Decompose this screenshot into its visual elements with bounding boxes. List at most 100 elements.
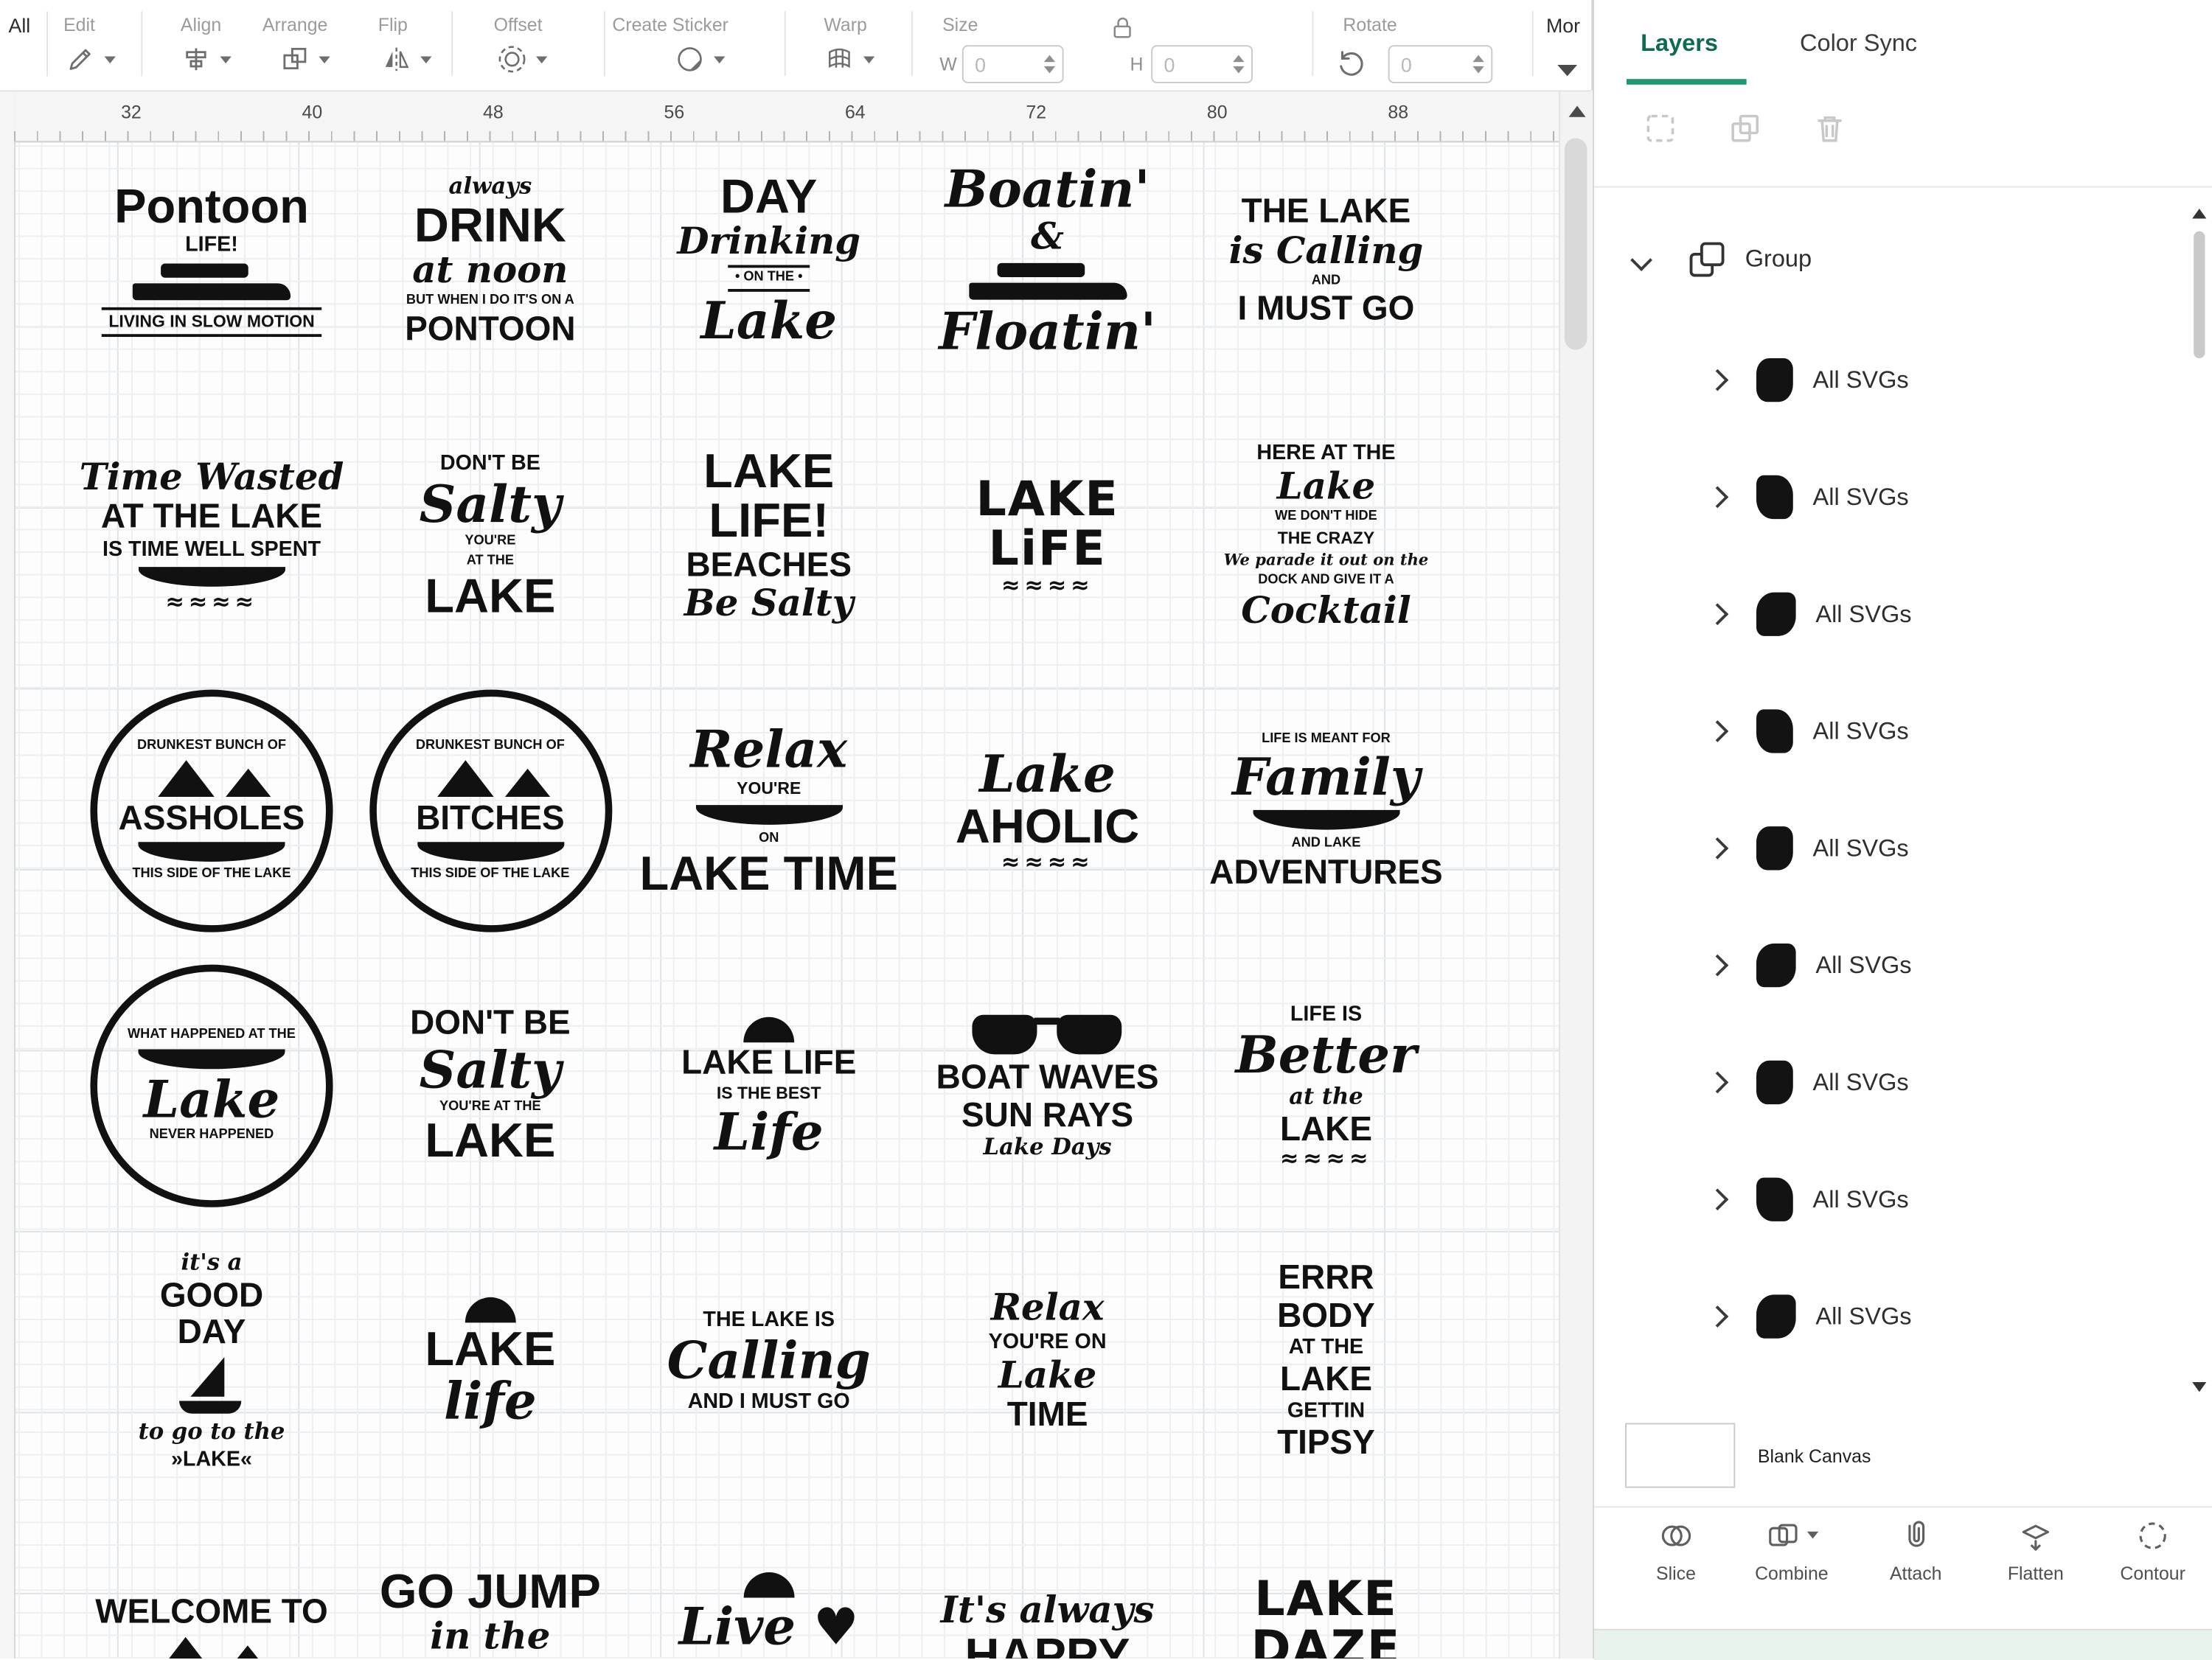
- step-up-icon[interactable]: [1043, 55, 1056, 63]
- canvas-scrollbar[interactable]: [1559, 90, 1593, 1659]
- width-input[interactable]: 0: [961, 45, 1064, 83]
- canvas-design-tile[interactable]: THE LAKE is Calling AND I MUST GO: [1229, 195, 1424, 327]
- canvas-design-tile[interactable]: LAKEDAZEMY: [1251, 1571, 1402, 1659]
- layer-row[interactable]: All SVGs: [1594, 673, 2212, 790]
- canvas-design-tile[interactable]: GO JUMP in the: [380, 1568, 601, 1659]
- chevron-right-icon[interactable]: [1706, 1071, 1729, 1094]
- arrange-button[interactable]: [279, 43, 330, 74]
- layer-row[interactable]: All SVGs: [1594, 789, 2212, 907]
- layer-row[interactable]: All SVGs: [1594, 1258, 2212, 1375]
- canvas-design-tile[interactable]: ERRR BODY AT THE LAKE GETTIN TIPSY: [1277, 1261, 1375, 1460]
- canvas-design-tile[interactable]: DRUNKEST BUNCH OF BITCHES THIS SIDE OF THE…: [369, 689, 612, 932]
- canvas-design-tile[interactable]: DRUNKEST BUNCH OF ASSHOLES THIS SIDE OF TH…: [90, 689, 333, 932]
- step-up-icon[interactable]: [1472, 55, 1484, 63]
- align-group-label: Align: [180, 14, 222, 35]
- canvas-design-tile[interactable]: LIFE IS Better at the LAKE: [1236, 1003, 1417, 1168]
- tab-color-sync[interactable]: Color Sync: [1792, 0, 1926, 88]
- layer-row[interactable]: All SVGs: [1594, 321, 2212, 439]
- canvas-design-tile[interactable]: It's always HAPPY: [941, 1593, 1155, 1659]
- height-input[interactable]: 0: [1151, 45, 1253, 83]
- width-stepper[interactable]: [1043, 55, 1056, 74]
- canvas-design-tile[interactable]: DON'T BE Salty YOU'RE AT THE LAKE: [420, 453, 561, 621]
- all-button[interactable]: All: [8, 14, 30, 37]
- height-stepper[interactable]: [1233, 55, 1245, 74]
- toolbar-separator: [784, 11, 786, 77]
- chevron-down-icon[interactable]: [1630, 248, 1652, 271]
- canvas-design-tile[interactable]: Lake AHOLIC: [956, 750, 1139, 873]
- duplicate-button[interactable]: [1724, 107, 1766, 149]
- edit-button[interactable]: [65, 43, 116, 74]
- more-caret-icon[interactable]: [1557, 65, 1578, 77]
- layer-row[interactable]: All SVGs: [1594, 439, 2212, 556]
- step-up-icon[interactable]: [1233, 55, 1245, 63]
- chevron-right-icon[interactable]: [1706, 369, 1729, 391]
- scroll-up-button[interactable]: [1560, 90, 1593, 132]
- canvas-design-tile[interactable]: LAKE LiFE: [975, 475, 1119, 595]
- step-down-icon[interactable]: [1233, 66, 1245, 74]
- canvas-design-tile[interactable]: DAY Drinking • ON THE • Lake: [677, 173, 860, 347]
- canvas-design-tile[interactable]: it's a GOOD DAY to go to the »LAKE«: [139, 1250, 285, 1471]
- slice-button[interactable]: Slice: [1625, 1518, 1727, 1584]
- rotate-input[interactable]: 0: [1388, 45, 1493, 83]
- blank-canvas-row[interactable]: Blank Canvas: [1594, 1416, 2212, 1495]
- canvas-design-tile[interactable]: BOAT WAVES SUN RAYS Lake Days: [936, 1012, 1159, 1160]
- step-down-icon[interactable]: [1472, 66, 1484, 74]
- chevron-right-icon[interactable]: [1706, 486, 1729, 509]
- lock-icon[interactable]: [1109, 13, 1137, 43]
- canvas-design-tile[interactable]: Pontoon LIFE! LIVING IN SLOW MOTION: [101, 183, 322, 338]
- list-scroll-down-icon[interactable]: [2192, 1382, 2207, 1392]
- canvas-design-tile[interactable]: WELCOME TO: [95, 1596, 328, 1659]
- chevron-right-icon[interactable]: [1706, 720, 1729, 742]
- delete-button[interactable]: [1809, 107, 1851, 149]
- chevron-right-icon[interactable]: [1706, 1305, 1729, 1328]
- chevron-right-icon[interactable]: [1706, 603, 1729, 626]
- canvas-design-tile[interactable]: Live ♥LOVE: [679, 1569, 859, 1659]
- canvas-design-tile[interactable]: LAKE LIFE IS THE BEST Life: [681, 1014, 856, 1158]
- layer-row[interactable]: All SVGs: [1594, 1024, 2212, 1141]
- tab-layers[interactable]: Layers: [1627, 0, 1746, 88]
- design-text: LAKE: [1254, 1571, 1398, 1628]
- canvas-design-tile[interactable]: LAKE LIFE! BEACHES Be Salty: [684, 447, 854, 623]
- rotate-stepper[interactable]: [1472, 55, 1484, 74]
- align-button[interactable]: [181, 43, 232, 74]
- rotate-icon[interactable]: [1335, 46, 1368, 80]
- mountains-art: [428, 760, 552, 798]
- canvas-design-tile[interactable]: always DRINK at noon BUT WHEN I DO IT'S ON …: [405, 174, 575, 347]
- combine-button[interactable]: Combine: [1741, 1518, 1843, 1584]
- chevron-right-icon[interactable]: [1706, 954, 1729, 977]
- create-sticker-button[interactable]: [675, 43, 726, 74]
- canvas-design-tile[interactable]: LIFE IS MEANT FOR Family AND LAKE ADVENTURE…: [1209, 731, 1442, 890]
- contour-button[interactable]: Contour: [2102, 1518, 2204, 1584]
- chevron-right-icon[interactable]: [1706, 1188, 1729, 1211]
- canvas-design-tile[interactable]: DON'T BE Salty YOU'RE AT THE LAKE: [410, 1007, 571, 1166]
- canvas-design-tile[interactable]: LAKE life: [425, 1294, 555, 1428]
- canvas-design-tile[interactable]: Relax YOU'RE ON LAKE TIME: [639, 725, 898, 899]
- layer-row[interactable]: All SVGs: [1594, 1141, 2212, 1258]
- canvas-design-tile[interactable]: THE LAKE IS Calling AND I MUST GO: [667, 1309, 871, 1413]
- flatten-button[interactable]: Flatten: [1985, 1518, 2087, 1584]
- chevron-right-icon[interactable]: [1706, 837, 1729, 859]
- design-text: BODY: [1277, 1296, 1375, 1335]
- more-button-label[interactable]: Mor: [1546, 14, 1580, 37]
- canvas-design-tile[interactable]: Boatin' & Floatin': [939, 164, 1156, 358]
- chevron-down-icon[interactable]: [1806, 1531, 1819, 1539]
- offset-button[interactable]: [496, 43, 548, 74]
- list-scrollbar-thumb[interactable]: [2194, 231, 2205, 358]
- layer-row[interactable]: All SVGs: [1594, 907, 2212, 1024]
- canvas-design-tile[interactable]: HERE AT THE Lake WE DON'T HIDE THE CRAZY We …: [1224, 442, 1429, 630]
- layer-row[interactable]: All SVGs: [1594, 556, 2212, 673]
- step-down-icon[interactable]: [1043, 66, 1056, 74]
- warp-button[interactable]: [824, 43, 875, 74]
- canvas-design-tile[interactable]: WHAT HAPPENED AT THE Lake NEVER HAPPENED: [90, 964, 333, 1207]
- scrollbar-thumb[interactable]: [1564, 138, 1587, 350]
- canvas-design-tile[interactable]: Relax YOU'RE ON Lake TIME: [989, 1290, 1107, 1431]
- ruler-number: 72: [1026, 101, 1047, 123]
- arrange-icon: [283, 47, 307, 70]
- select-all-button[interactable]: [1639, 107, 1681, 149]
- list-scroll-up-icon[interactable]: [2192, 209, 2207, 219]
- layer-group-row[interactable]: Group: [1594, 220, 2212, 299]
- canvas-design-tile[interactable]: Time Wasted AT THE LAKE IS TIME WELL SPENT: [80, 460, 344, 613]
- attach-button[interactable]: Attach: [1865, 1518, 1966, 1584]
- design-canvas[interactable]: Pontoon LIFE! LIVING IN SLOW MOTION always D…: [14, 141, 1559, 1659]
- flip-button[interactable]: [381, 43, 432, 74]
